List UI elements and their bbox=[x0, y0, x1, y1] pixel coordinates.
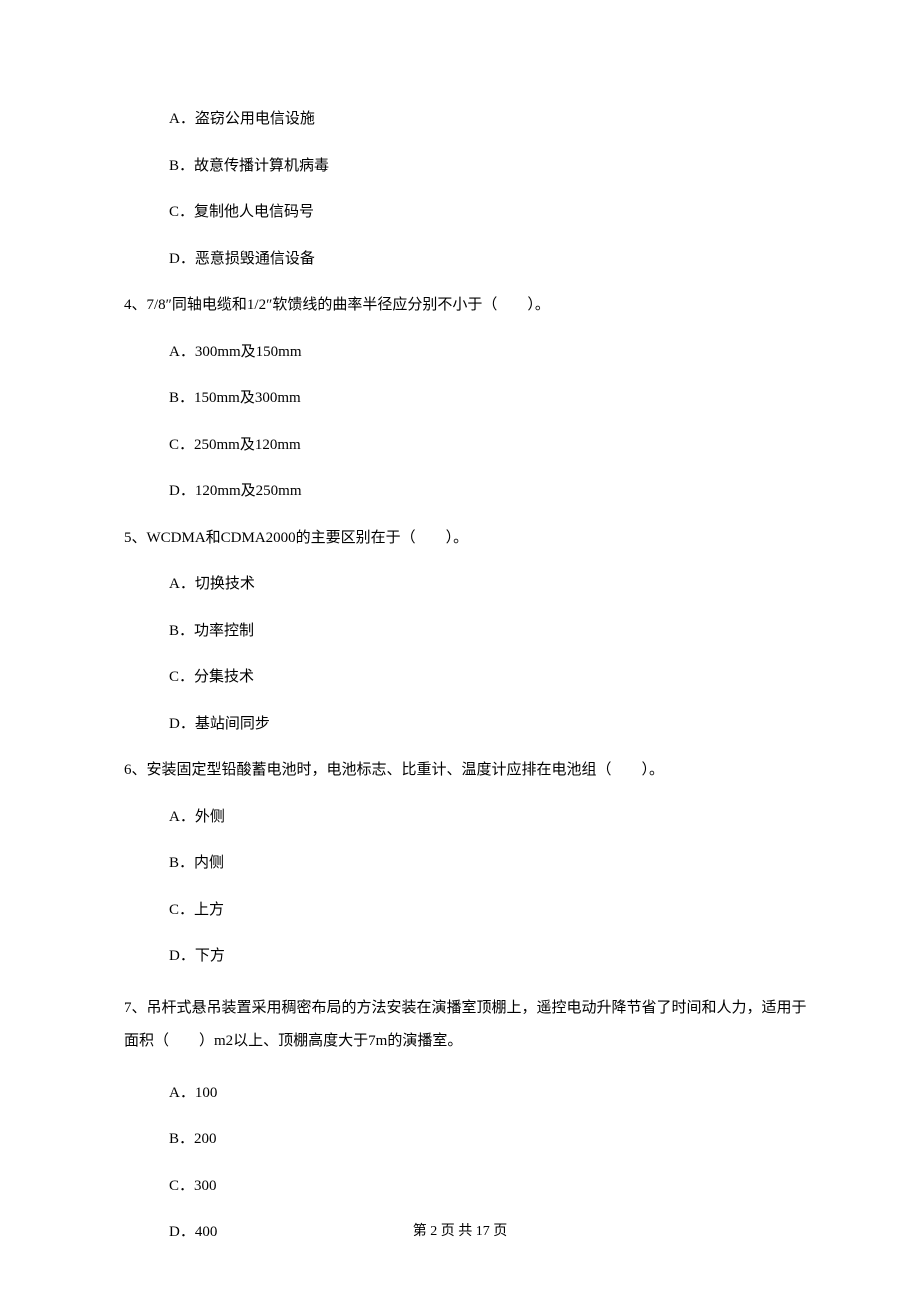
q6-option-b: B．内侧 bbox=[124, 852, 810, 875]
q6-option-c: C．上方 bbox=[124, 899, 810, 922]
q3-option-a: A．盗窃公用电信设施 bbox=[124, 108, 810, 131]
q5-text: 5、WCDMA和CDMA2000的主要区别在于（ ）。 bbox=[124, 527, 810, 550]
q7-option-c: C．300 bbox=[124, 1175, 810, 1198]
q4-text: 4、7/8″同轴电缆和1/2″软馈线的曲率半径应分别不小于（ ）。 bbox=[124, 294, 810, 317]
q6-option-d: D．下方 bbox=[124, 945, 810, 968]
q7-text: 7、吊杆式悬吊装置采用稠密布局的方法安装在演播室顶棚上，遥控电动升降节省了时间和… bbox=[124, 992, 810, 1058]
q6-option-a: A．外侧 bbox=[124, 806, 810, 829]
q5-option-d: D．基站间同步 bbox=[124, 713, 810, 736]
q5-option-b: B．功率控制 bbox=[124, 620, 810, 643]
q3-option-d: D．恶意损毁通信设备 bbox=[124, 248, 810, 271]
q6-text: 6、安装固定型铅酸蓄电池时，电池标志、比重计、温度计应排在电池组（ ）。 bbox=[124, 759, 810, 782]
page-footer: 第 2 页 共 17 页 bbox=[0, 1220, 920, 1240]
q7-option-b: B．200 bbox=[124, 1128, 810, 1151]
q5-option-c: C．分集技术 bbox=[124, 666, 810, 689]
q4-option-d: D．120mm及250mm bbox=[124, 480, 810, 503]
q3-option-b: B．故意传播计算机病毒 bbox=[124, 155, 810, 178]
q4-option-b: B．150mm及300mm bbox=[124, 387, 810, 410]
q4-option-a: A．300mm及150mm bbox=[124, 341, 810, 364]
q7-option-a: A．100 bbox=[124, 1082, 810, 1105]
q3-option-c: C．复制他人电信码号 bbox=[124, 201, 810, 224]
q4-option-c: C．250mm及120mm bbox=[124, 434, 810, 457]
q5-option-a: A．切换技术 bbox=[124, 573, 810, 596]
document-content: A．盗窃公用电信设施 B．故意传播计算机病毒 C．复制他人电信码号 D．恶意损毁… bbox=[124, 108, 810, 1244]
